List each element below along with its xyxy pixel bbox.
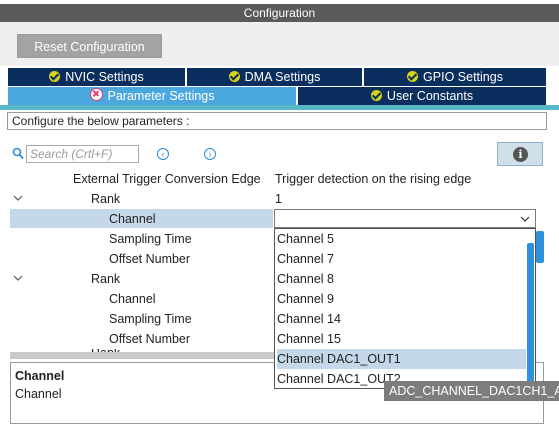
check-icon <box>228 71 240 82</box>
dropdown-option[interactable]: Channel 15 <box>277 329 527 349</box>
info-icon: i <box>513 147 528 162</box>
offset-number-label: Offset Number <box>109 332 191 346</box>
tab-parameter-settings[interactable]: Parameter Settings <box>8 87 296 106</box>
tab-gpio-settings[interactable]: GPIO Settings <box>364 68 546 86</box>
offset-number-label: Offset Number <box>109 252 191 266</box>
previous-match-button[interactable]: ‹ <box>157 148 169 160</box>
reset-configuration-button[interactable]: Reset Configuration <box>17 34 162 58</box>
tab-label: Parameter Settings <box>107 89 215 103</box>
sampling-time-label: Sampling Time <box>109 232 192 246</box>
channel-label: Channel <box>109 292 156 306</box>
option-tooltip: ADC_CHANNEL_DAC1CH1_ADC1 <box>384 381 559 401</box>
window-title: Configuration <box>0 4 559 22</box>
sampling-time-label: Sampling Time <box>109 312 192 326</box>
check-icon <box>49 71 61 82</box>
dropdown-option[interactable]: Channel 7 <box>277 249 527 269</box>
configure-hint: Configure the below parameters : <box>7 112 547 130</box>
check-icon <box>370 90 382 101</box>
chevron-down-icon[interactable] <box>13 193 23 203</box>
info-button[interactable]: i <box>497 142 543 166</box>
channel-dropdown-list[interactable]: Channel 5 Channel 7 Channel 8 Channel 9 … <box>274 228 536 389</box>
check-icon <box>407 71 419 82</box>
dropdown-option[interactable]: Channel 14 <box>277 309 527 329</box>
channel-label: Channel <box>109 212 156 226</box>
tab-user-constants[interactable]: User Constants <box>298 87 546 106</box>
channel-select[interactable] <box>274 209 536 228</box>
tab-label: NVIC Settings <box>65 70 144 84</box>
panel-splitter[interactable] <box>10 352 274 359</box>
external-trigger-label: External Trigger Conversion Edge <box>73 172 261 186</box>
dropdown-option[interactable]: Channel 9 <box>277 289 527 309</box>
rank-label: Rank <box>91 192 121 206</box>
tab-label: GPIO Settings <box>423 70 503 84</box>
tree-scrollbar[interactable] <box>536 231 544 263</box>
search-input[interactable]: Search (Crtl+F) <box>26 145 139 163</box>
description-text: Channel <box>15 387 62 401</box>
error-icon <box>89 88 103 101</box>
dropdown-option[interactable]: Channel 5 <box>277 229 527 249</box>
tab-label: User Constants <box>386 89 474 103</box>
chevron-down-icon[interactable] <box>13 273 23 283</box>
external-trigger-value[interactable]: Trigger detection on the rising edge <box>275 171 471 187</box>
chevron-down-icon[interactable] <box>520 214 530 224</box>
search-icon <box>12 147 24 160</box>
tab-underline <box>0 105 559 110</box>
tab-dma-settings[interactable]: DMA Settings <box>187 68 362 86</box>
dropdown-scroll-thumb[interactable] <box>527 243 534 387</box>
tab-nvic-settings[interactable]: NVIC Settings <box>8 68 185 86</box>
next-match-button[interactable]: › <box>204 148 216 160</box>
dropdown-option-highlighted[interactable]: Channel DAC1_OUT1 <box>277 349 527 369</box>
dropdown-option[interactable]: Channel 8 <box>277 269 527 289</box>
tab-label: DMA Settings <box>244 70 321 84</box>
rank-value[interactable]: 1 <box>275 191 282 207</box>
rank-label: Rank <box>91 272 121 286</box>
description-title: Channel <box>15 369 65 383</box>
